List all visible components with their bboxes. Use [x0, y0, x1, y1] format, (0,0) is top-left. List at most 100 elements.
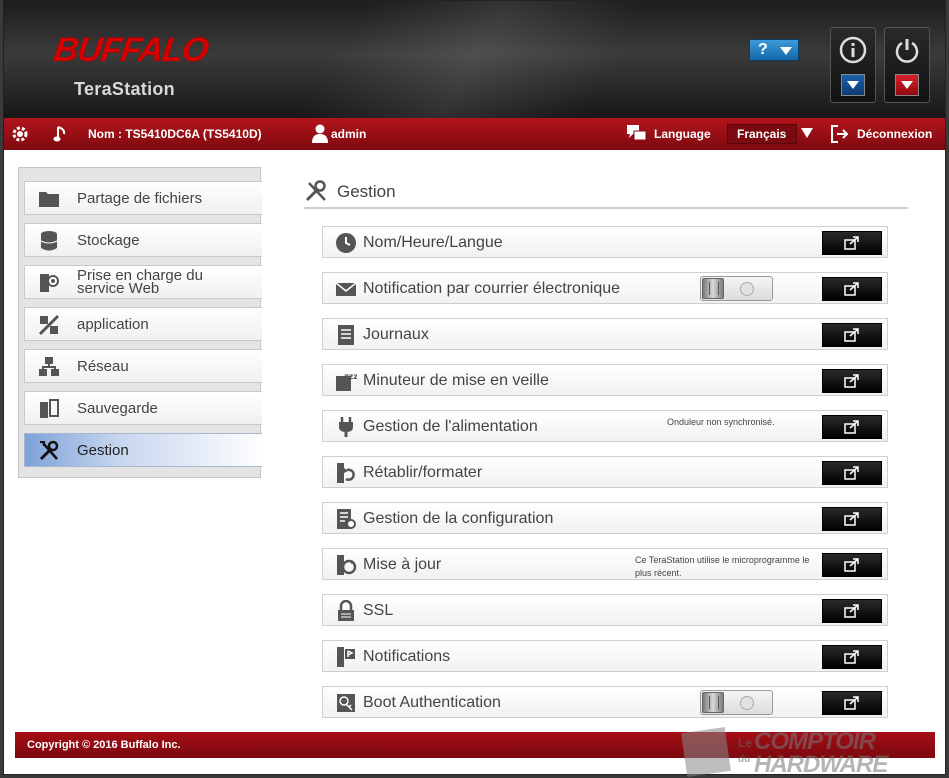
plug-icon: [339, 417, 353, 437]
external-link-icon: [844, 604, 859, 618]
log-file-icon: [338, 325, 354, 345]
external-link-icon: [844, 236, 859, 250]
setting-row-notifications[interactable]: Notifications: [322, 640, 888, 672]
sidebar-item-management[interactable]: Gestion: [24, 433, 262, 467]
logout-icon[interactable]: [830, 124, 850, 144]
open-settings-button[interactable]: [822, 323, 882, 347]
open-settings-button[interactable]: [822, 599, 882, 623]
setting-row-boot-authentication[interactable]: Boot Authentication: [322, 686, 888, 718]
open-settings-button[interactable]: [822, 691, 882, 715]
backup-icon: [40, 399, 59, 418]
envelope-icon: [335, 282, 357, 296]
open-settings-button[interactable]: [822, 277, 882, 301]
language-label: Language: [654, 127, 711, 141]
header: BUFFALO TeraStation ?: [4, 1, 945, 118]
open-settings-button[interactable]: [822, 553, 882, 577]
email-notification-toggle[interactable]: [700, 276, 773, 301]
external-link-icon: [844, 374, 859, 388]
external-link-icon: [844, 558, 859, 572]
sidebar-item-label: application: [77, 316, 149, 333]
device-name: Nom : TS5410DC6A (TS5410D): [88, 127, 262, 141]
sidebar-item-storage[interactable]: Stockage: [24, 223, 262, 257]
open-settings-button[interactable]: [822, 231, 882, 255]
sleep-timer-icon: zzz: [336, 372, 357, 391]
watermark-logo: Le du COMPTOIR HARDWARE: [680, 724, 900, 778]
setting-label: Notifications: [363, 648, 451, 665]
copyright-text: Copyright © 2016 Buffalo Inc.: [27, 739, 181, 751]
notification-flag-icon: [337, 647, 355, 667]
toggle-knob[interactable]: [702, 278, 724, 299]
toggle-knob[interactable]: [702, 692, 724, 713]
info-icon: [839, 36, 867, 64]
setting-row-restore-format[interactable]: Rétablir/formater: [322, 456, 888, 488]
power-dropdown[interactable]: [895, 74, 919, 96]
setting-label: Mise à jour: [363, 556, 442, 573]
open-settings-button[interactable]: [822, 645, 882, 669]
watermark-le: Le: [738, 736, 753, 750]
setting-row-logs[interactable]: Journaux: [322, 318, 888, 350]
external-link-icon: [844, 420, 859, 434]
user-icon: [312, 124, 328, 143]
logout-link[interactable]: Déconnexion: [857, 118, 932, 150]
user-name: admin: [331, 127, 367, 141]
network-icon: [39, 357, 59, 376]
update-icon: [337, 555, 357, 575]
sidebar-item-web-service[interactable]: Prise en charge du service Web: [24, 265, 262, 299]
brand-logo: BUFFALO: [51, 31, 211, 69]
open-settings-button[interactable]: [822, 415, 882, 439]
tools-icon: [39, 440, 59, 461]
sidebar-item-application[interactable]: application: [24, 307, 262, 341]
chevron-down-icon: [780, 47, 792, 55]
help-button[interactable]: ?: [749, 39, 799, 61]
boot-authentication-toggle[interactable]: [700, 690, 773, 715]
setting-row-ssl[interactable]: SSL: [322, 594, 888, 626]
open-settings-button[interactable]: [822, 461, 882, 485]
sidebar-item-backup[interactable]: Sauvegarde: [24, 391, 262, 425]
language-icon: [627, 125, 647, 141]
external-link-icon: [844, 282, 859, 296]
language-select[interactable]: Français: [727, 124, 797, 144]
restore-icon: [337, 463, 355, 483]
info-dropdown[interactable]: [841, 74, 865, 96]
watermark-cube-icon: [681, 727, 731, 777]
sidebar-item-label: Partage de fichiers: [77, 190, 203, 207]
external-link-icon: [844, 650, 859, 664]
setting-label: Gestion de l'alimentation: [363, 418, 538, 435]
info-menu[interactable]: [830, 27, 876, 103]
setting-row-email-notification[interactable]: Notification par courrier électronique: [322, 272, 888, 304]
sidebar-item-label: Stockage: [77, 232, 140, 249]
setting-row-sleep-timer[interactable]: zzz Minuteur de mise en veille: [322, 364, 888, 396]
open-settings-button[interactable]: [822, 507, 882, 531]
top-toolbar: Nom : TS5410DC6A (TS5410D) admin Languag…: [4, 118, 945, 150]
lock-icon: [338, 600, 354, 621]
firmware-status-note-line2: plus récent.: [635, 568, 682, 578]
sidebar: Partage de fichiers Stockage Prise en ch…: [18, 167, 262, 478]
setting-row-name-time-language[interactable]: Nom/Heure/Langue: [322, 226, 888, 258]
music-note-icon[interactable]: [53, 125, 69, 143]
external-link-icon: [844, 328, 859, 342]
setting-row-configuration[interactable]: Gestion de la configuration: [322, 502, 888, 534]
setting-label: Journaux: [363, 326, 429, 343]
setting-label: Rétablir/formater: [363, 464, 483, 481]
sidebar-item-file-sharing[interactable]: Partage de fichiers: [24, 181, 262, 215]
sidebar-item-label: Sauvegarde: [77, 400, 158, 417]
setting-row-update[interactable]: Mise à jour Ce TeraStation utilise le mi…: [322, 548, 888, 580]
sidebar-item-network[interactable]: Réseau: [24, 349, 262, 383]
chevron-down-icon[interactable]: [801, 128, 813, 138]
svg-text:zzz: zzz: [344, 372, 357, 381]
configuration-icon: [337, 509, 356, 529]
power-menu[interactable]: [884, 27, 930, 103]
toggle-indicator: [740, 282, 754, 296]
gear-icon[interactable]: [11, 125, 29, 143]
power-icon: [895, 39, 919, 63]
firmware-status-note-line1: Ce TeraStation utilise le microprogramme…: [635, 555, 810, 565]
boot-authentication-icon: [337, 694, 355, 712]
web-service-icon: [40, 274, 59, 292]
setting-row-power-management[interactable]: Gestion de l'alimentation Onduleur non s…: [322, 410, 888, 442]
open-settings-button[interactable]: [822, 369, 882, 393]
setting-label: Minuteur de mise en veille: [363, 372, 549, 389]
setting-label: Gestion de la configuration: [363, 510, 554, 527]
setting-label: Notification par courrier électronique: [363, 280, 621, 297]
setting-label: Nom/Heure/Langue: [363, 234, 503, 251]
watermark-du: du: [738, 754, 751, 765]
